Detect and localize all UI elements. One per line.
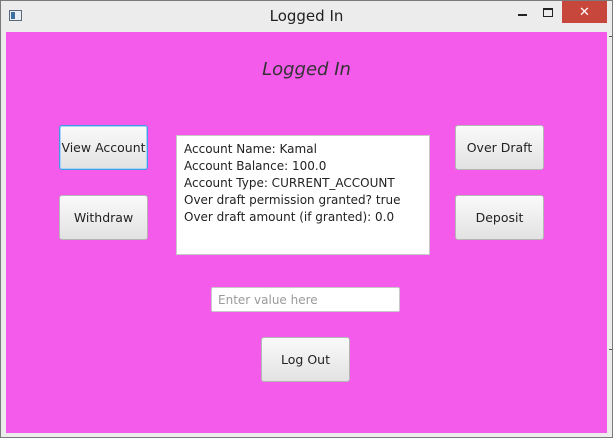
app-window: Logged In ✕ Logged In View Account Withd…: [0, 0, 613, 438]
account-name-line: Account Name: Kamal: [184, 142, 317, 156]
withdraw-button[interactable]: Withdraw: [59, 195, 148, 240]
title-bar[interactable]: Logged In ✕: [1, 1, 612, 32]
minimize-icon: [517, 14, 527, 16]
account-type-line: Account Type: CURRENT_ACCOUNT: [184, 176, 395, 190]
resize-edge-top-mark: [609, 36, 612, 37]
main-panel: Logged In View Account Withdraw Over Dra…: [6, 32, 607, 433]
view-account-button[interactable]: View Account: [59, 125, 148, 170]
close-icon: ✕: [579, 4, 590, 20]
page-heading: Logged In: [262, 59, 351, 80]
log-out-button[interactable]: Log Out: [261, 337, 350, 382]
minimize-button[interactable]: [509, 1, 535, 23]
close-button[interactable]: ✕: [562, 1, 607, 23]
maximize-button[interactable]: [535, 1, 561, 23]
maximize-icon: [543, 7, 553, 17]
deposit-button[interactable]: Deposit: [455, 195, 544, 240]
overdraft-permission-line: Over draft permission granted? true: [184, 193, 401, 207]
over-draft-button[interactable]: Over Draft: [455, 125, 544, 170]
value-input[interactable]: [211, 287, 400, 312]
account-info-area[interactable]: Account Name: Kamal Account Balance: 100…: [176, 135, 430, 255]
resize-edge-bottom-mark: [609, 349, 612, 350]
account-balance-line: Account Balance: 100.0: [184, 159, 327, 173]
overdraft-amount-line: Over draft amount (if granted): 0.0: [184, 210, 395, 224]
